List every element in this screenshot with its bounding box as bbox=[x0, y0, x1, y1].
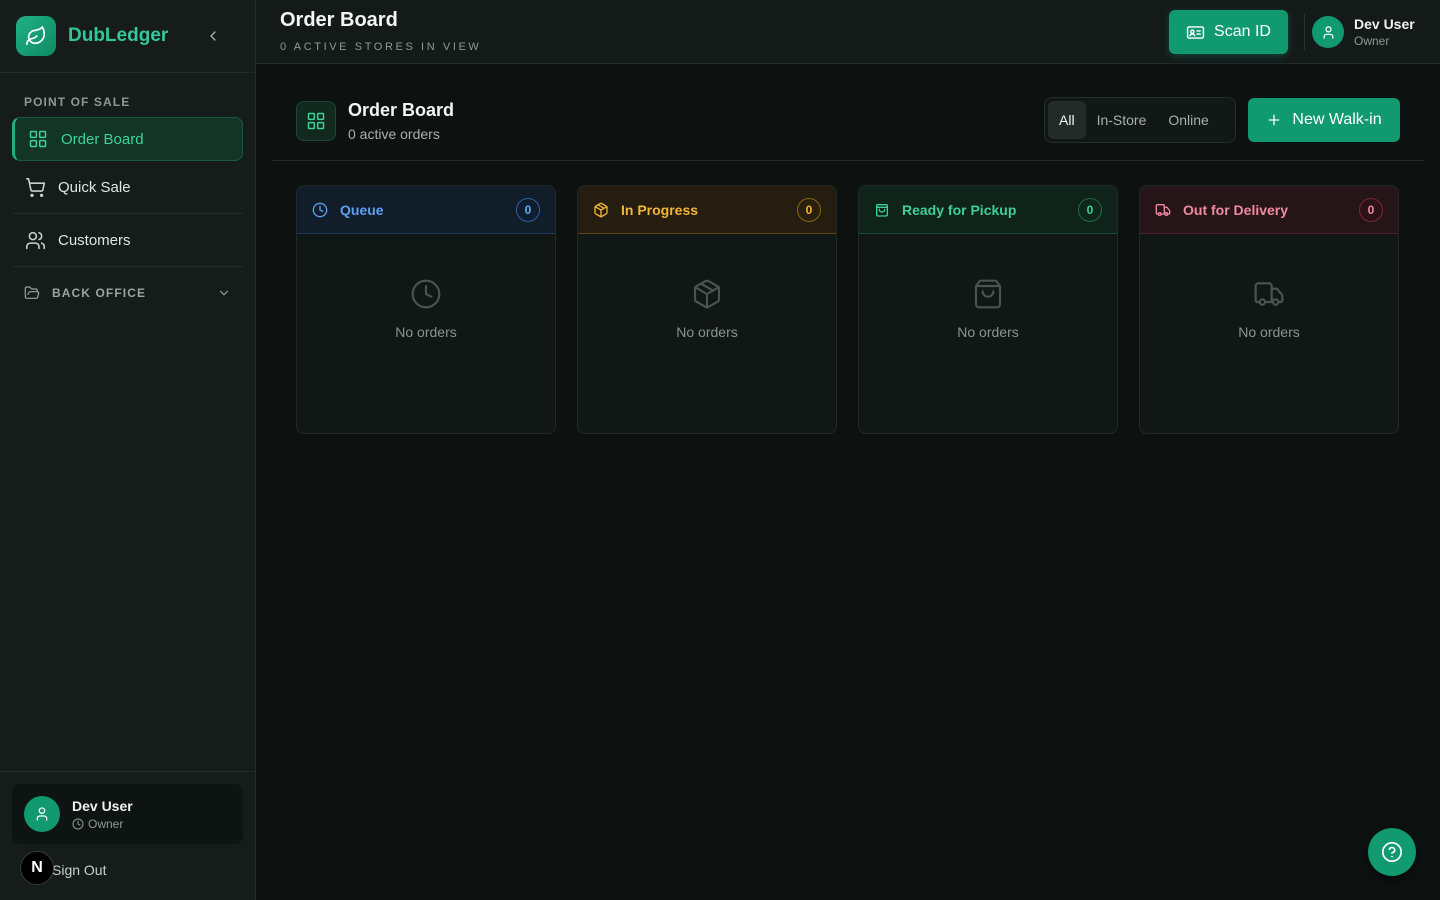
sidebar-item-order-board[interactable]: Order Board bbox=[12, 117, 243, 161]
top-user-role: Owner bbox=[1354, 34, 1390, 48]
column-header: In Progress 0 bbox=[578, 186, 836, 234]
column-body: No orders bbox=[578, 234, 836, 340]
top-user-name: Dev User bbox=[1354, 16, 1415, 32]
page-title: Order Board bbox=[280, 9, 398, 31]
section-label-point-of-sale: POINT OF SALE bbox=[24, 95, 131, 109]
brand-name: DubLedger bbox=[68, 25, 169, 46]
shopping-bag-icon bbox=[974, 279, 1002, 309]
grid-icon bbox=[27, 128, 49, 150]
column-count-badge: 0 bbox=[516, 197, 540, 222]
clock-icon bbox=[312, 202, 328, 217]
new-walk-in-button[interactable]: New Walk-in bbox=[1248, 98, 1400, 142]
collapse-sidebar-button[interactable] bbox=[201, 24, 225, 48]
sidebar-group-back-office[interactable]: BACK OFFICE bbox=[12, 271, 243, 315]
empty-state-text: No orders bbox=[676, 324, 738, 340]
user-role: Owner bbox=[88, 816, 124, 831]
help-circle-icon bbox=[1382, 842, 1402, 862]
main-content: Order Board 0 active orders All In-Store… bbox=[256, 64, 1440, 900]
column-header: Ready for Pickup 0 bbox=[859, 186, 1117, 234]
empty-state-text: No orders bbox=[1238, 324, 1300, 340]
user-icon bbox=[1323, 25, 1333, 39]
user-icon bbox=[36, 807, 48, 821]
scan-id-label: Scan ID bbox=[1214, 23, 1271, 40]
column-ready-for-pickup: Ready for Pickup 0 No orders bbox=[858, 185, 1118, 434]
chevron-left-icon bbox=[210, 31, 216, 41]
column-count-badge: 0 bbox=[1078, 197, 1102, 222]
column-title: In Progress bbox=[621, 201, 699, 218]
package-icon bbox=[594, 202, 608, 217]
column-body: No orders bbox=[859, 234, 1117, 340]
order-columns: Queue 0 No orders In Progress 0 No order… bbox=[296, 185, 1399, 434]
back-office-label: BACK OFFICE bbox=[52, 286, 147, 300]
sidebar: DubLedger POINT OF SALE Order Board Quic… bbox=[0, 0, 256, 900]
channel-filter: All In-Store Online bbox=[1044, 97, 1236, 143]
divider bbox=[1304, 14, 1305, 50]
clock-icon bbox=[411, 279, 441, 309]
divider bbox=[12, 213, 243, 214]
column-title: Queue bbox=[340, 201, 384, 218]
sidebar-footer: Dev User Owner N Sign Out bbox=[0, 771, 255, 900]
leaf-logo-icon bbox=[16, 16, 56, 56]
cart-icon bbox=[24, 176, 46, 198]
n-badge[interactable]: N bbox=[20, 851, 54, 885]
empty-state-text: No orders bbox=[395, 324, 457, 340]
new-walk-in-label: New Walk-in bbox=[1292, 111, 1382, 128]
filter-all[interactable]: All bbox=[1048, 101, 1086, 139]
column-header: Queue 0 bbox=[297, 186, 555, 234]
sidebar-item-label: Order Board bbox=[61, 130, 144, 148]
column-in-progress: In Progress 0 No orders bbox=[577, 185, 837, 434]
user-role-row: Owner bbox=[72, 817, 133, 831]
column-out-for-delivery: Out for Delivery 0 No orders bbox=[1139, 185, 1399, 434]
column-count-badge: 0 bbox=[1359, 197, 1383, 222]
scan-id-button[interactable]: Scan ID bbox=[1169, 10, 1288, 54]
sidebar-item-label: Quick Sale bbox=[58, 178, 131, 196]
help-button[interactable] bbox=[1368, 828, 1416, 876]
page-subtitle: 0 ACTIVE STORES IN VIEW bbox=[280, 41, 482, 53]
board-subtitle: 0 active orders bbox=[348, 126, 440, 142]
truck-icon bbox=[1254, 282, 1284, 306]
sign-out-label: Sign Out bbox=[52, 862, 107, 878]
avatar bbox=[1312, 16, 1344, 48]
brand-header: DubLedger bbox=[0, 0, 255, 73]
user-card[interactable]: Dev User Owner bbox=[12, 784, 243, 844]
sidebar-item-quick-sale[interactable]: Quick Sale bbox=[12, 165, 243, 209]
divider bbox=[12, 266, 243, 267]
column-body: No orders bbox=[1140, 234, 1398, 340]
column-title: Ready for Pickup bbox=[902, 201, 1017, 218]
user-name: Dev User bbox=[72, 797, 133, 814]
sign-out-button[interactable]: N Sign Out bbox=[12, 848, 243, 892]
avatar bbox=[24, 796, 60, 832]
truck-icon bbox=[1155, 203, 1171, 216]
sidebar-item-label: Customers bbox=[58, 231, 131, 249]
folder-open-icon bbox=[24, 285, 40, 301]
shopping-bag-icon bbox=[876, 203, 888, 217]
top-bar: Order Board 0 ACTIVE STORES IN VIEW Scan… bbox=[256, 0, 1440, 64]
filter-online[interactable]: Online bbox=[1157, 101, 1219, 139]
board-header: Order Board 0 active orders All In-Store… bbox=[272, 64, 1424, 161]
package-icon bbox=[693, 279, 721, 309]
column-count-badge: 0 bbox=[797, 197, 821, 222]
role-clock-icon bbox=[72, 818, 84, 829]
chevron-down-icon bbox=[219, 290, 229, 296]
column-title: Out for Delivery bbox=[1183, 201, 1289, 218]
users-icon bbox=[24, 229, 46, 251]
sidebar-item-customers[interactable]: Customers bbox=[12, 218, 243, 262]
column-header: Out for Delivery 0 bbox=[1140, 186, 1398, 234]
plus-icon bbox=[1269, 114, 1280, 126]
top-user-menu[interactable]: Dev User Owner bbox=[1312, 16, 1415, 48]
column-queue: Queue 0 No orders bbox=[296, 185, 556, 434]
grid-icon bbox=[296, 101, 336, 141]
empty-state-text: No orders bbox=[957, 324, 1019, 340]
id-card-icon bbox=[1186, 25, 1205, 39]
column-body: No orders bbox=[297, 234, 555, 340]
board-title: Order Board bbox=[348, 100, 455, 120]
filter-in-store[interactable]: In-Store bbox=[1086, 101, 1158, 139]
